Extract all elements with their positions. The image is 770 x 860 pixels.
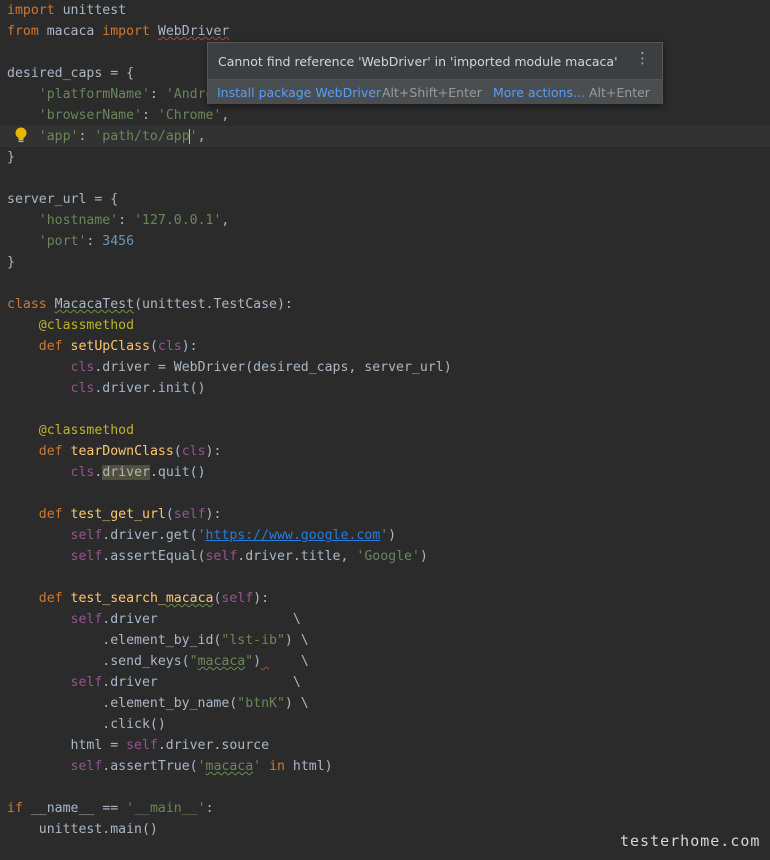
code-line[interactable] [0, 567, 770, 588]
inspection-message: Cannot find reference 'WebDriver' in 'im… [218, 54, 618, 69]
code-line[interactable]: @classmethod [0, 315, 770, 336]
code-line[interactable]: 'port': 3456 [0, 231, 770, 252]
code-line[interactable]: cls.driver.init() [0, 378, 770, 399]
code-line[interactable]: if __name__ == '__main__': [0, 798, 770, 819]
code-line[interactable]: .element_by_name("btnK") \ [0, 693, 770, 714]
code-line[interactable]: def test_search_macaca(self): [0, 588, 770, 609]
code-line[interactable]: cls.driver.quit() [0, 462, 770, 483]
inspection-popup: Cannot find reference 'WebDriver' in 'im… [207, 42, 663, 104]
code-line[interactable]: class MacacaTest(unittest.TestCase): [0, 294, 770, 315]
code-line[interactable]: self.driver \ [0, 609, 770, 630]
code-line[interactable]: cls.driver = WebDriver(desired_caps, ser… [0, 357, 770, 378]
code-line[interactable]: 'browserName': 'Chrome', [0, 105, 770, 126]
inspection-actions: Install package WebDriver Alt+Shift+Ente… [208, 79, 662, 104]
code-line[interactable] [0, 273, 770, 294]
code-line[interactable]: import unittest [0, 0, 770, 21]
more-vertical-icon[interactable]: ⋮ [635, 51, 650, 66]
code-line[interactable]: html = self.driver.source [0, 735, 770, 756]
more-actions-shortcut: Alt+Enter [589, 85, 650, 100]
code-line[interactable] [0, 399, 770, 420]
code-line[interactable]: .element_by_id("lst-ib") \ [0, 630, 770, 651]
code-line[interactable]: self.driver.get('https://www.google.com'… [0, 525, 770, 546]
code-line[interactable]: .click() [0, 714, 770, 735]
code-line[interactable]: self.driver \ [0, 672, 770, 693]
code-line[interactable] [0, 777, 770, 798]
code-editor[interactable]: import unittest from macaca import WebDri… [0, 0, 770, 860]
install-shortcut: Alt+Shift+Enter [382, 85, 482, 100]
lightbulb-icon[interactable] [13, 126, 29, 144]
code-line[interactable]: self.assertTrue('macaca' in html) [0, 756, 770, 777]
code-line[interactable]: def test_get_url(self): [0, 504, 770, 525]
code-line[interactable]: 'hostname': '127.0.0.1', [0, 210, 770, 231]
code-line[interactable]: from macaca import WebDriver [0, 21, 770, 42]
install-package-link[interactable]: Install package WebDriver [217, 85, 381, 100]
code-line[interactable]: @classmethod [0, 420, 770, 441]
code-line[interactable]: 'app': 'path/to/app', [0, 126, 770, 147]
code-line[interactable] [0, 483, 770, 504]
code-line[interactable]: def setUpClass(cls): [0, 336, 770, 357]
code-line[interactable] [0, 168, 770, 189]
code-line[interactable]: server_url = { [0, 189, 770, 210]
code-line[interactable]: .send_keys("macaca") \ [0, 651, 770, 672]
code-line[interactable]: } [0, 147, 770, 168]
watermark: testerhome.com [620, 832, 761, 850]
more-actions-link[interactable]: More actions... [493, 85, 585, 100]
code-line[interactable]: self.assertEqual(self.driver.title, 'Goo… [0, 546, 770, 567]
code-line[interactable]: def tearDownClass(cls): [0, 441, 770, 462]
code-line[interactable]: } [0, 252, 770, 273]
